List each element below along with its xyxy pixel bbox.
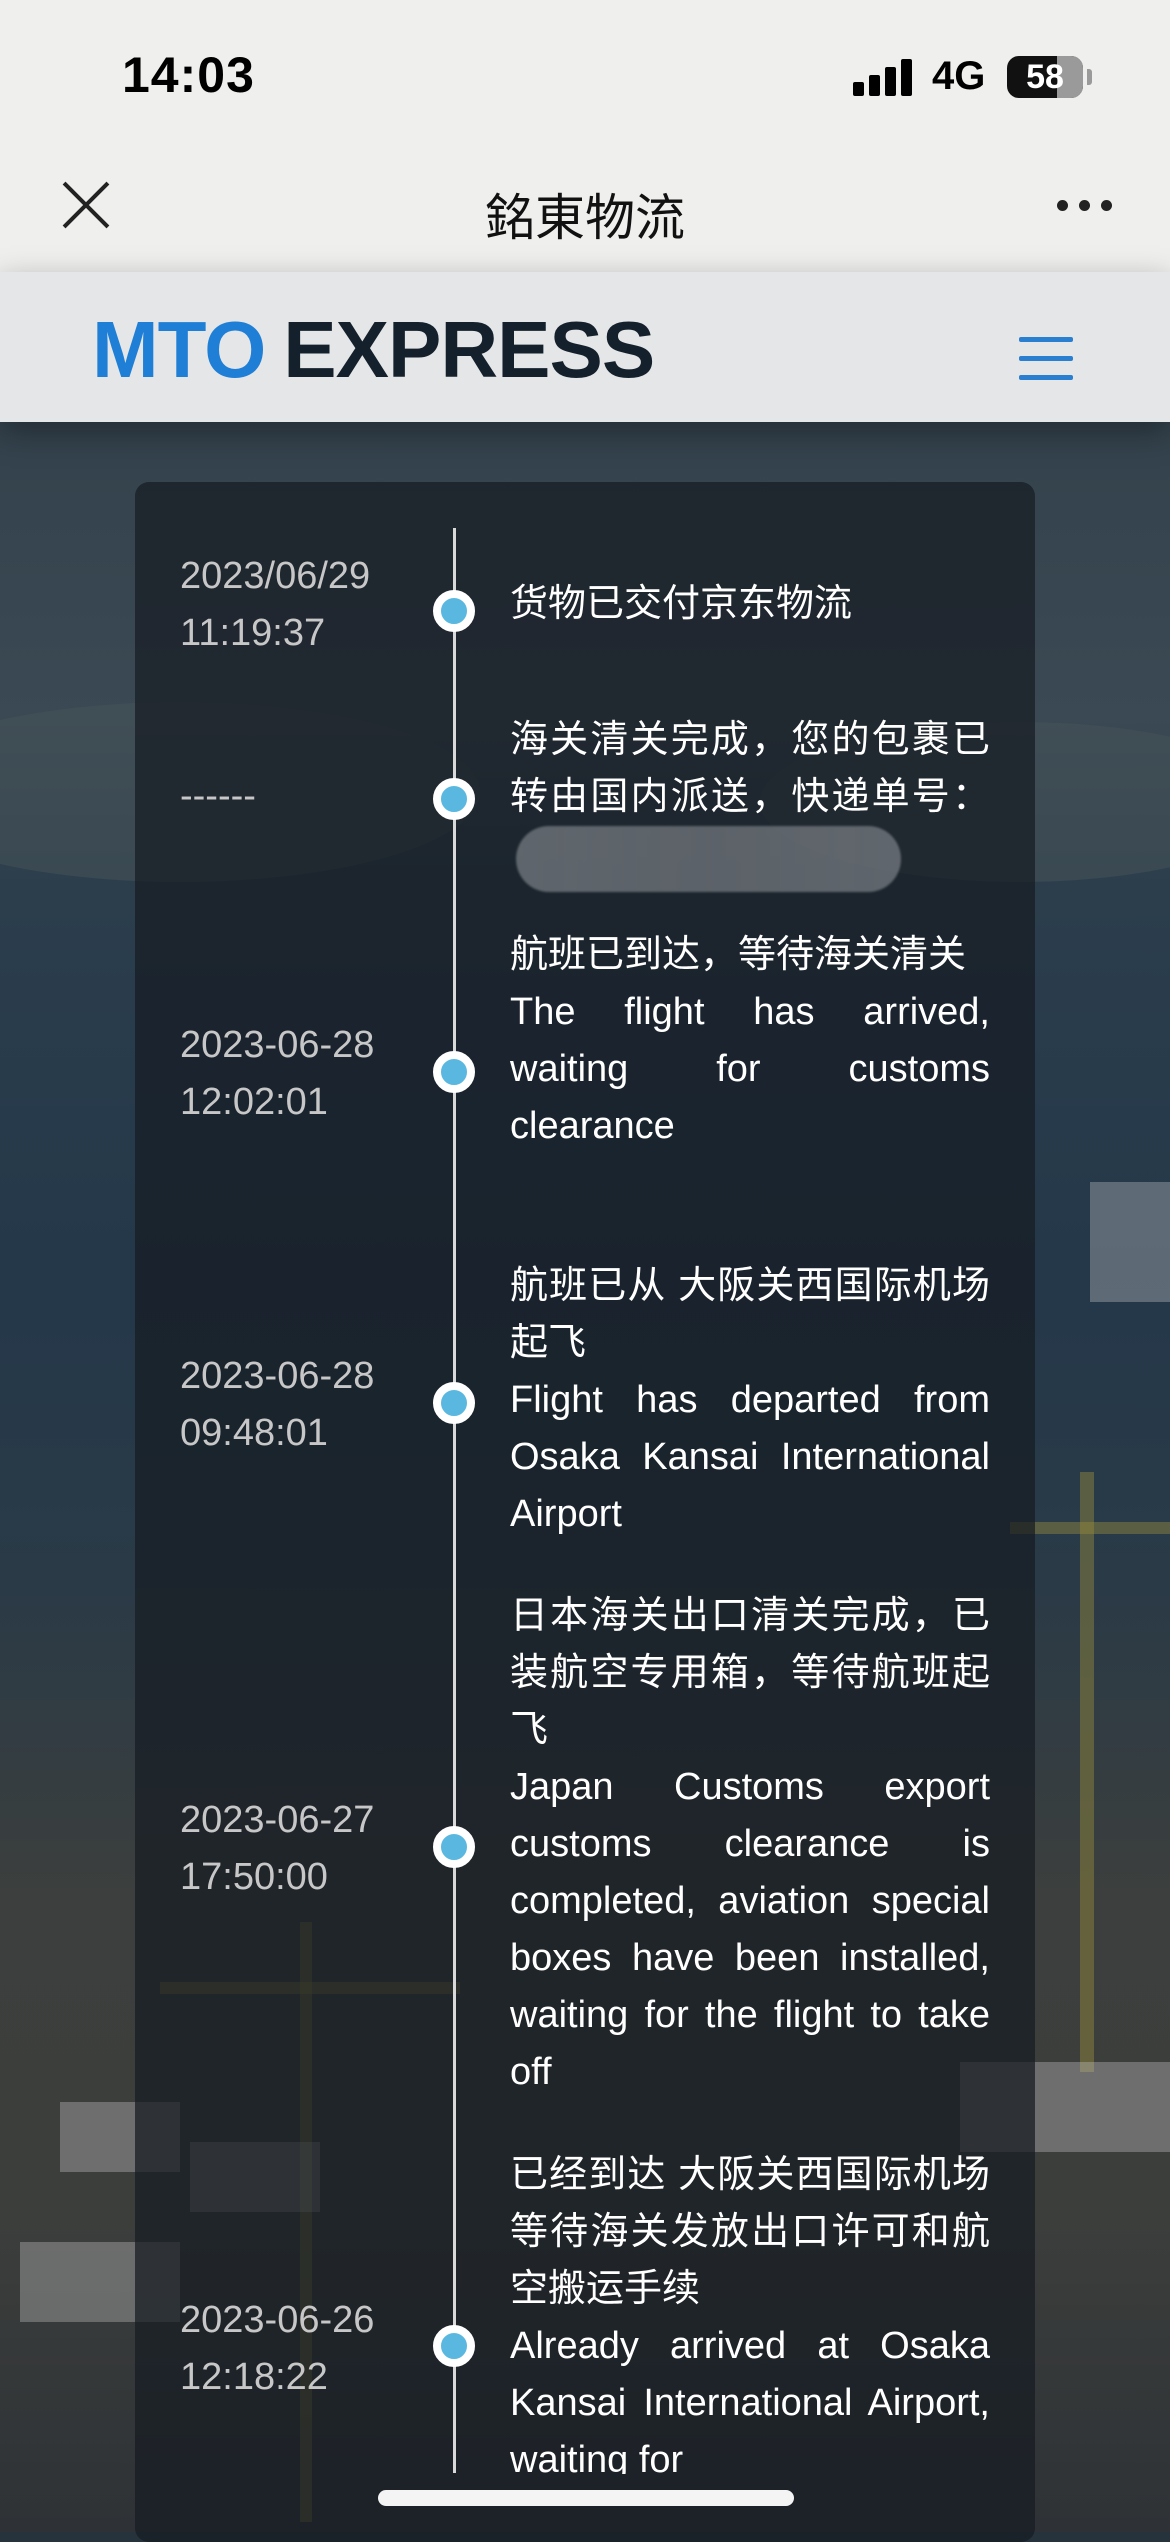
mto-express-logo[interactable]: MTO EXPRESS xyxy=(92,304,655,396)
event-timestamp: 2023-06-26 12:18:22 xyxy=(180,2292,420,2406)
page-title: 銘東物流 xyxy=(485,190,685,246)
network-type: 4G xyxy=(932,54,986,98)
home-indicator[interactable] xyxy=(378,2490,794,2506)
event-time: 12:18:22 xyxy=(180,2356,328,2398)
battery-level: 58 xyxy=(1026,58,1064,96)
event-date: 2023-06-26 xyxy=(180,2299,375,2341)
battery-icon: 58 xyxy=(1007,56,1083,98)
logo-express: EXPRESS xyxy=(283,305,655,394)
timeline-clip: 2023-06-26 12:18:22 已经到达 大阪关西国际机场 等待海关发放… xyxy=(135,482,1035,2474)
status-time: 14:03 xyxy=(122,47,255,103)
cellular-signal-icon xyxy=(853,58,915,96)
battery-cap-icon xyxy=(1087,69,1092,85)
more-options-icon[interactable] xyxy=(1057,200,1113,212)
logo-mto: MTO xyxy=(92,305,266,394)
hamburger-menu-icon[interactable] xyxy=(1019,337,1073,381)
event-line-en: Already arrived at Osaka Kansai Internat… xyxy=(510,2325,990,2474)
event-line: 已经到达 大阪关西国际机场 等待海关发放出口许可和航空搬运手续 xyxy=(510,2154,990,2310)
timeline-dot xyxy=(433,2325,475,2367)
event-description: 已经到达 大阪关西国际机场 等待海关发放出口许可和航空搬运手续 Already … xyxy=(510,2147,990,2474)
